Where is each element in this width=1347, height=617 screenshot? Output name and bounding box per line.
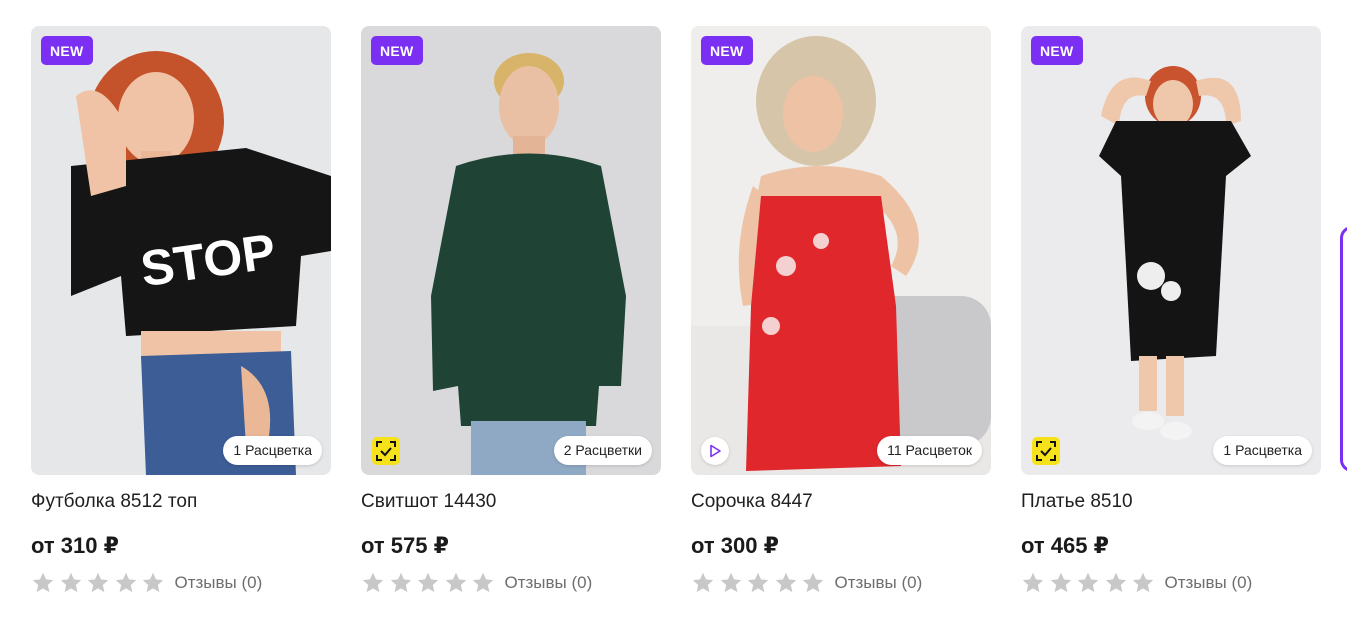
star-icon (417, 572, 439, 593)
fit-check-icon[interactable] (1032, 437, 1060, 465)
product-price: от 465 ₽ (1021, 533, 1109, 558)
star-icon (747, 572, 769, 593)
product-price: от 575 ₽ (361, 533, 449, 558)
star-icon (1050, 572, 1071, 593)
star-icon (472, 572, 494, 593)
new-badge: NEW (701, 36, 753, 65)
reviews-link[interactable]: Отзывы (0) (1165, 572, 1253, 594)
product-photo (691, 26, 991, 475)
rating-row: Отзывы (0) (361, 571, 661, 595)
new-badge: NEW (371, 36, 423, 65)
product-title[interactable]: Платье 8510 (1021, 491, 1321, 513)
star-icon (445, 572, 466, 593)
rating-row: Отзывы (0) (691, 571, 991, 595)
product-price: от 310 ₽ (31, 533, 119, 558)
product-image[interactable]: STOP NEW 1 Расцветка (31, 26, 331, 475)
product-card[interactable]: NEW 11 Расцветок Сорочка 8447 от 300 ₽ О… (691, 26, 991, 595)
rating-row: Отзывы (0) (1021, 571, 1321, 595)
colors-count-pill[interactable]: 1 Расцветка (1213, 436, 1312, 465)
star-icon (1132, 572, 1154, 593)
product-price: от 300 ₽ (691, 533, 779, 558)
reviews-link[interactable]: Отзывы (0) (505, 572, 593, 594)
product-card[interactable]: STOP NEW 1 Расцветка Футболка 8512 топ о… (31, 26, 331, 595)
product-image[interactable]: NEW 11 Расцветок (691, 26, 991, 475)
product-photo (1021, 26, 1321, 475)
new-badge: NEW (41, 36, 93, 65)
rating-row: Отзывы (0) (31, 571, 331, 595)
product-image[interactable]: NEW 2 Расцветки (361, 26, 661, 475)
reviews-link[interactable]: Отзывы (0) (835, 572, 923, 594)
side-panel-tab[interactable] (1340, 226, 1347, 472)
star-icon (32, 572, 54, 593)
star-icon (692, 572, 714, 593)
star-icon (60, 572, 81, 593)
fit-check-icon[interactable] (372, 437, 400, 465)
star-icon (1105, 572, 1126, 593)
product-title[interactable]: Свитшот 14430 (361, 491, 661, 513)
product-title[interactable]: Сорочка 8447 (691, 491, 991, 513)
product-image[interactable]: NEW 1 Расцветка (1021, 26, 1321, 475)
star-icon (87, 572, 109, 593)
star-icon (142, 572, 164, 593)
colors-count-pill[interactable]: 1 Расцветка (223, 436, 322, 465)
star-icon (1022, 572, 1044, 593)
star-icon (115, 572, 136, 593)
product-photo: STOP (31, 26, 331, 475)
product-grid: STOP NEW 1 Расцветка Футболка 8512 топ о… (31, 26, 1321, 595)
star-icon (362, 572, 384, 593)
product-title[interactable]: Футболка 8512 топ (31, 491, 331, 513)
colors-count-pill[interactable]: 2 Расцветки (553, 436, 652, 465)
product-card[interactable]: NEW 2 Расцветки Свитшот 14430 от 575 ₽ О… (361, 26, 661, 595)
play-video-icon[interactable] (701, 437, 729, 465)
star-icon (390, 572, 411, 593)
star-icon (802, 572, 824, 593)
colors-count-pill[interactable]: 11 Расцветок (877, 436, 982, 465)
product-card[interactable]: NEW 1 Расцветка Платье 8510 от 465 ₽ Отз… (1021, 26, 1321, 595)
star-icon (775, 572, 796, 593)
reviews-link[interactable]: Отзывы (0) (175, 572, 263, 594)
star-icon (720, 572, 741, 593)
new-badge: NEW (1031, 36, 1083, 65)
star-icon (1077, 572, 1099, 593)
product-photo (361, 26, 661, 475)
